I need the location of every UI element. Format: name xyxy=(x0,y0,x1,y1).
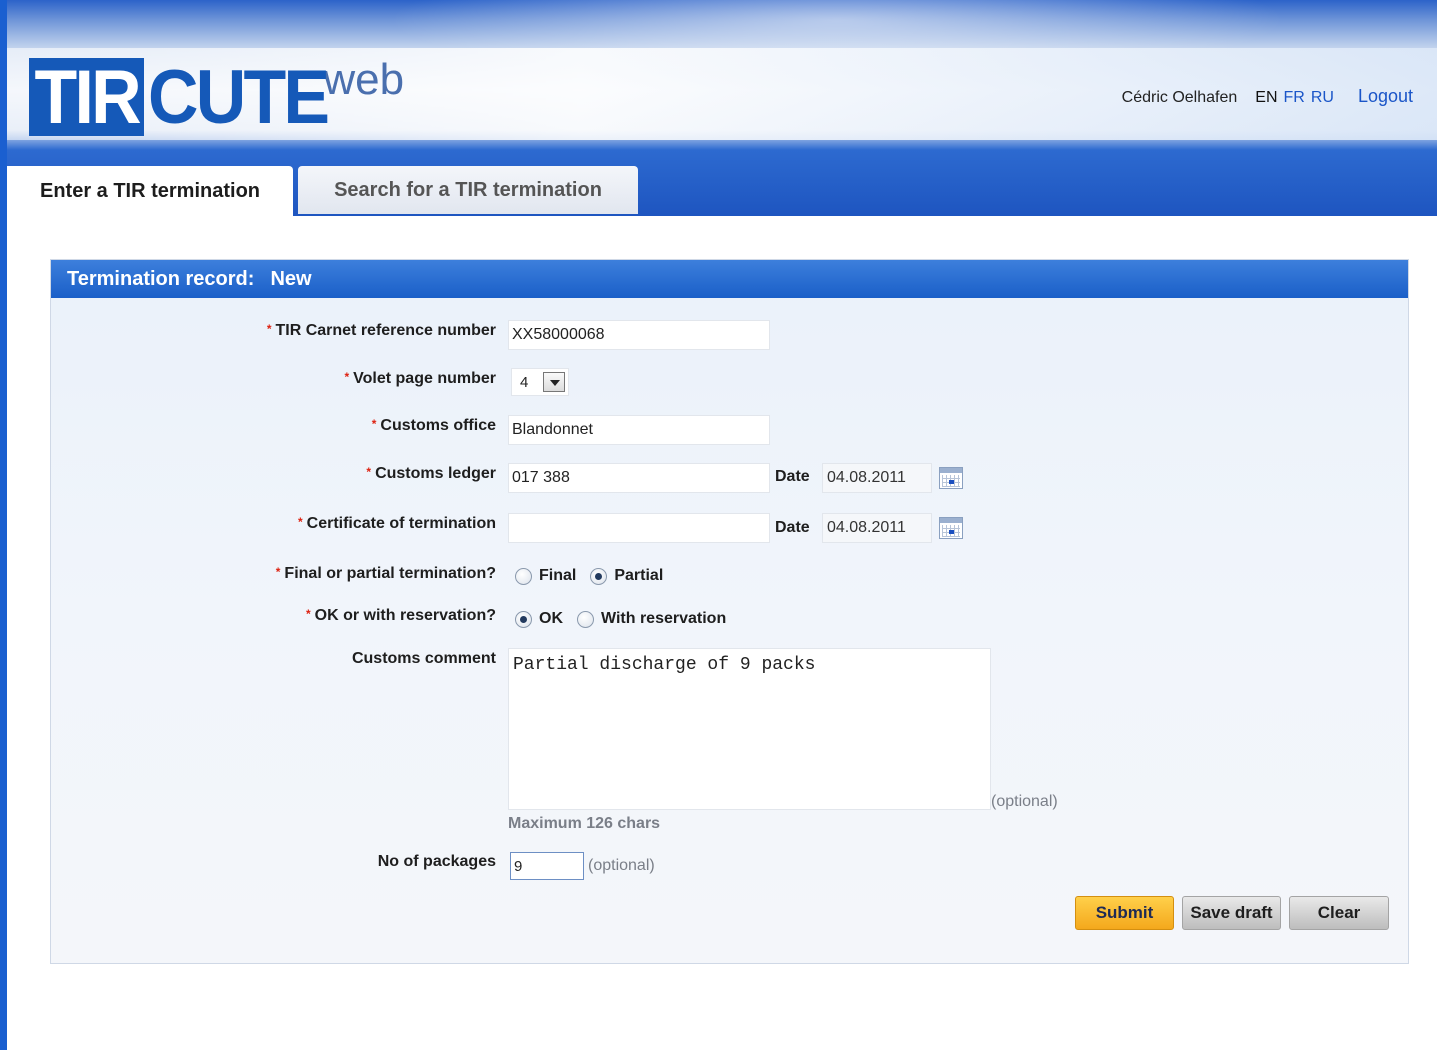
calendar-icon[interactable] xyxy=(939,517,963,539)
chevron-down-icon[interactable] xyxy=(543,372,565,392)
reservation-radio-label[interactable]: With reservation xyxy=(601,610,726,628)
customs-office-input[interactable]: Blandonnet xyxy=(508,415,770,445)
ledger-date-label: Date xyxy=(775,468,810,485)
packages-optional-note: (optional) xyxy=(588,857,655,874)
comment-optional-note: (optional) xyxy=(991,793,1058,810)
final-radio-label[interactable]: Final xyxy=(539,567,576,585)
packages-input[interactable]: 9 xyxy=(510,852,584,880)
ok-radio-label[interactable]: OK xyxy=(539,610,563,628)
customs-ledger-label: * Customs ledger xyxy=(366,465,496,482)
logo-web: web xyxy=(323,55,405,104)
app-logo: TIR CUTE web xyxy=(29,58,404,138)
final-partial-label: * Final or partial termination? xyxy=(275,565,496,582)
certificate-date-label: Date xyxy=(775,519,810,536)
volet-page-value: 4 xyxy=(520,374,529,391)
customs-comment-textarea[interactable]: Partial discharge of 9 packs xyxy=(508,648,991,810)
tab-search-termination[interactable]: Search for a TIR termination xyxy=(298,166,638,214)
volet-page-select[interactable]: 4 xyxy=(511,368,569,396)
certificate-date-input[interactable]: 04.08.2011 xyxy=(822,513,932,543)
customs-office-label: * Customs office xyxy=(371,417,496,434)
required-mark: * xyxy=(275,565,281,579)
required-mark: * xyxy=(366,465,372,479)
logo-tir: TIR xyxy=(29,58,145,136)
carnet-ref-input[interactable]: XX58000068 xyxy=(508,320,770,350)
logout-link[interactable]: Logout xyxy=(1358,86,1413,107)
volet-page-label: * Volet page number xyxy=(344,370,496,387)
panel-title: Termination record: New xyxy=(51,260,1408,298)
submit-button[interactable]: Submit xyxy=(1075,896,1174,930)
certificate-input[interactable] xyxy=(508,513,770,543)
user-area: Cédric Oelhafen EN FR RU Logout xyxy=(1122,86,1413,107)
partial-radio[interactable] xyxy=(590,567,608,585)
required-mark: * xyxy=(297,515,303,529)
required-mark: * xyxy=(371,417,377,431)
packages-label: No of packages xyxy=(377,853,496,870)
ok-reservation-group: OK With reservation xyxy=(515,610,740,628)
panel-title-text: Termination record: xyxy=(67,267,255,290)
ledger-date-input[interactable]: 04.08.2011 xyxy=(822,463,932,493)
termination-record-panel: Termination record: New * TIR Carnet refe… xyxy=(50,259,1409,964)
save-draft-button[interactable]: Save draft xyxy=(1182,896,1281,930)
customs-comment-label: Customs comment xyxy=(351,650,496,667)
required-mark: * xyxy=(344,370,350,384)
user-name: Cédric Oelhafen xyxy=(1121,89,1238,106)
calendar-icon[interactable] xyxy=(939,467,963,489)
required-mark: * xyxy=(305,607,311,621)
ok-radio[interactable] xyxy=(515,610,532,628)
logo-cute: CUTE xyxy=(148,55,330,140)
partial-radio-label[interactable]: Partial xyxy=(614,567,663,585)
lang-ru[interactable]: RU xyxy=(1311,89,1334,107)
clear-button[interactable]: Clear xyxy=(1289,896,1389,930)
reservation-radio[interactable] xyxy=(577,610,594,628)
lang-fr[interactable]: FR xyxy=(1284,89,1305,107)
comment-max-chars-hint: Maximum 126 chars xyxy=(508,815,661,832)
carnet-ref-label: * TIR Carnet reference number xyxy=(266,322,496,339)
final-partial-group: Final Partial xyxy=(515,567,677,585)
required-mark: * xyxy=(266,322,272,336)
lang-en[interactable]: EN xyxy=(1255,89,1277,107)
tab-enter-termination[interactable]: Enter a TIR termination xyxy=(7,166,293,216)
final-radio[interactable] xyxy=(515,567,532,585)
customs-ledger-input[interactable]: 017 388 xyxy=(508,463,770,493)
certificate-label: * Certificate of termination xyxy=(297,515,496,532)
ok-reservation-label: * OK or with reservation? xyxy=(305,607,496,624)
record-status: New xyxy=(270,267,312,290)
left-rail xyxy=(0,0,7,1050)
